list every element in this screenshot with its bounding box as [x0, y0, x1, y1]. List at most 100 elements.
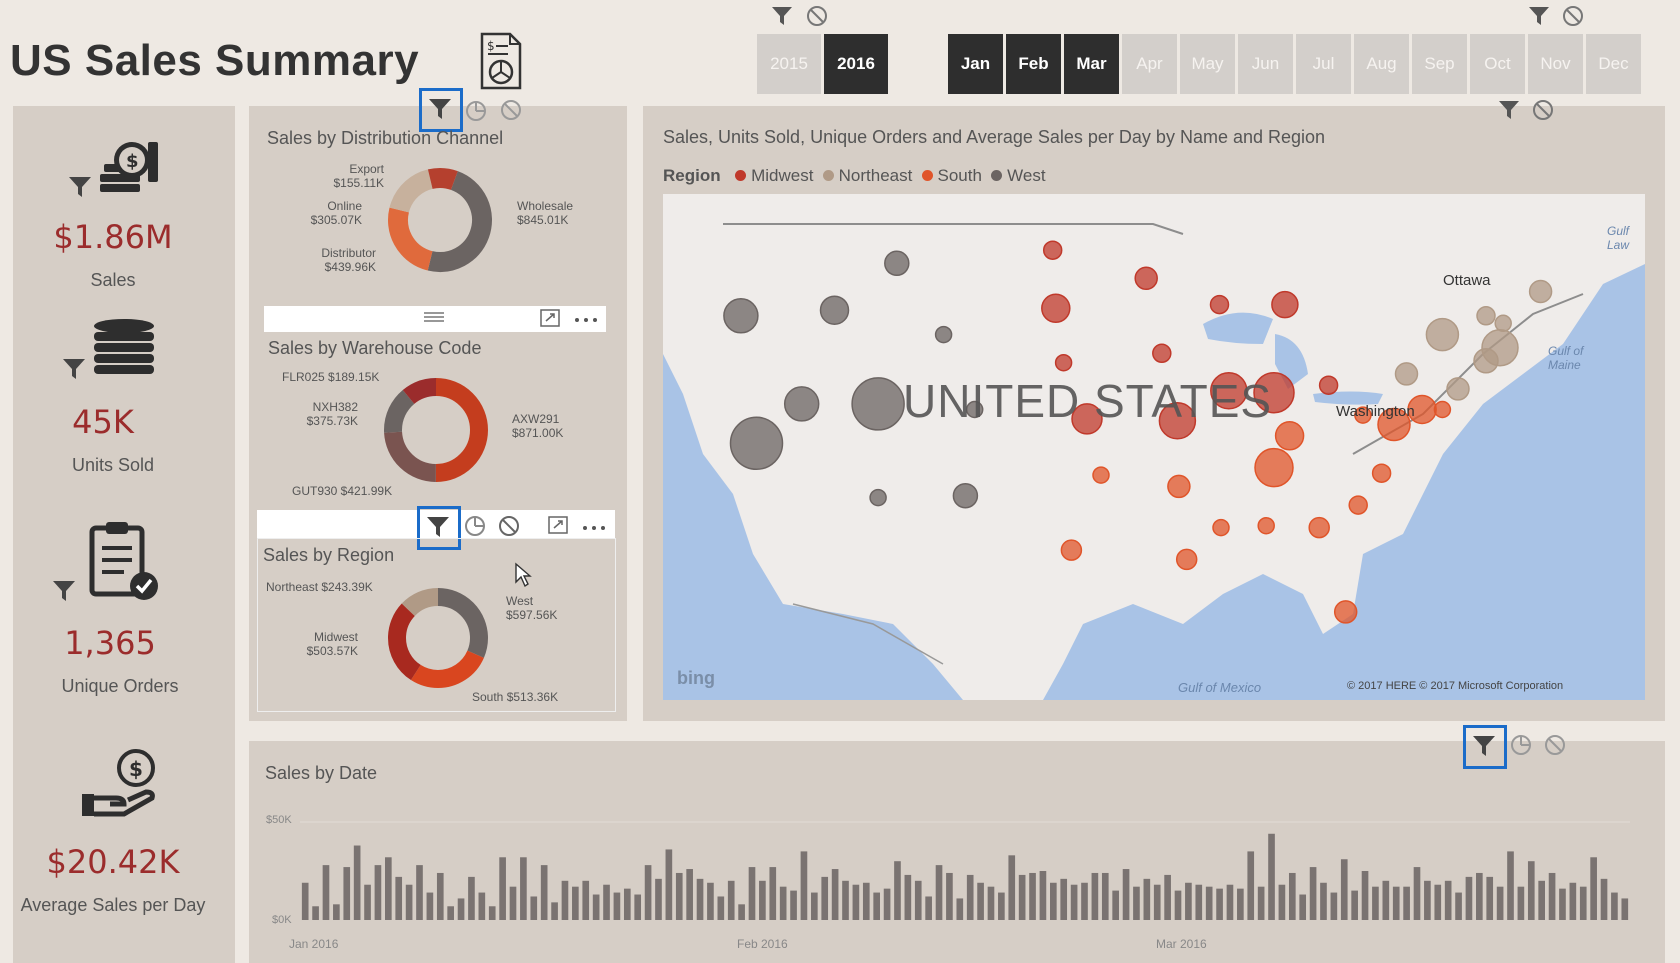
sales-bar[interactable] — [1507, 851, 1514, 920]
sales-bar[interactable] — [675, 872, 683, 920]
filter-icon[interactable] — [1498, 100, 1520, 125]
sales-bar[interactable] — [1112, 890, 1119, 920]
sales-bar[interactable] — [499, 857, 506, 920]
sales-bar[interactable] — [447, 906, 454, 920]
sales-bar[interactable] — [1070, 884, 1078, 920]
map-bubble-ohio[interactable] — [1318, 375, 1339, 395]
sales-bar[interactable] — [1413, 867, 1421, 920]
month-feb-button[interactable]: Feb — [1006, 34, 1061, 94]
sales-bar[interactable] — [1309, 867, 1317, 920]
sales-bar[interactable] — [343, 867, 351, 920]
sales-bar[interactable] — [385, 857, 392, 920]
sales-bar[interactable] — [416, 865, 423, 920]
map-bubble-mississippi[interactable] — [1212, 518, 1230, 537]
no-filter-icon[interactable] — [806, 5, 828, 32]
map-bubble-north-dakota[interactable] — [1042, 240, 1063, 260]
sales-bar[interactable] — [436, 872, 444, 920]
sales-bar[interactable] — [883, 888, 891, 920]
filter-icon[interactable] — [1528, 6, 1550, 31]
sales-bar[interactable] — [852, 884, 860, 920]
filter-icon[interactable] — [62, 358, 86, 385]
pie-chart-icon[interactable] — [1510, 734, 1532, 761]
sales-bar[interactable] — [1444, 880, 1452, 920]
sales-bar[interactable] — [717, 896, 725, 920]
sales-bar[interactable] — [987, 886, 995, 920]
map-bubble-oregon[interactable] — [723, 298, 759, 334]
sales-bar[interactable] — [1081, 882, 1088, 920]
sales-bar[interactable] — [1600, 878, 1608, 920]
map-bubble-arkansas[interactable] — [1167, 474, 1191, 499]
sales-bar[interactable] — [468, 876, 475, 920]
sales-bar[interactable] — [935, 865, 943, 920]
sales-bar[interactable] — [1278, 884, 1286, 920]
sales-bar[interactable] — [1237, 888, 1244, 920]
sales-bar[interactable] — [738, 904, 745, 920]
sales-bar[interactable] — [623, 888, 631, 920]
sales-bar[interactable] — [1247, 851, 1255, 920]
map-bubble-tennessee[interactable] — [1254, 447, 1294, 488]
sales-bar[interactable] — [1434, 884, 1442, 920]
sales-bar[interactable] — [1476, 872, 1483, 920]
month-oct-button[interactable]: Oct — [1470, 34, 1525, 94]
map-bubble-iowa[interactable] — [1152, 343, 1172, 364]
sales-bar[interactable] — [488, 906, 496, 920]
sales-bar[interactable] — [634, 894, 642, 920]
month-apr-button[interactable]: Apr — [1122, 34, 1177, 94]
sales-bar[interactable] — [530, 896, 538, 920]
sales-bar[interactable] — [1164, 874, 1171, 920]
month-nov-button[interactable]: Nov — [1528, 34, 1583, 94]
sales-bar[interactable] — [894, 861, 901, 920]
sales-bar[interactable] — [457, 898, 465, 920]
sales-bar[interactable] — [1288, 872, 1296, 920]
sales-bar[interactable] — [364, 884, 371, 920]
sales-bar[interactable] — [811, 892, 818, 920]
sales-bar[interactable] — [904, 874, 912, 920]
sales-bar[interactable] — [1455, 892, 1462, 920]
more-options-icon[interactable] — [574, 312, 598, 330]
sales-bar[interactable] — [1548, 872, 1556, 920]
sales-bar[interactable] — [1060, 878, 1068, 920]
warehouse-donut-chart[interactable] — [378, 372, 494, 493]
legend-northeast[interactable]: Northeast — [822, 166, 912, 185]
sales-bar[interactable] — [1465, 876, 1473, 920]
sales-bar[interactable] — [1621, 898, 1629, 920]
sales-bar[interactable] — [686, 869, 693, 920]
sales-bar[interactable] — [592, 894, 600, 920]
filter-icon[interactable] — [68, 176, 92, 203]
sales-bar[interactable] — [1039, 871, 1047, 920]
year-2015-button[interactable]: 2015 — [757, 34, 821, 94]
region-donut-chart[interactable] — [380, 580, 496, 701]
legend-south[interactable]: South — [921, 166, 982, 185]
sales-bar[interactable] — [873, 892, 880, 920]
focus-mode-icon[interactable] — [540, 309, 560, 332]
month-sep-button[interactable]: Sep — [1412, 34, 1467, 94]
sales-bar[interactable] — [790, 890, 797, 920]
focus-mode-icon[interactable] — [548, 516, 568, 539]
sales-bar[interactable] — [603, 884, 610, 920]
map-bubble-georgia[interactable] — [1308, 516, 1330, 539]
map-bubble-nebraska[interactable] — [1054, 353, 1073, 372]
sales-bar[interactable] — [1205, 886, 1213, 920]
sales-by-date-chart[interactable] — [300, 816, 1630, 926]
sales-bar[interactable] — [1527, 861, 1535, 920]
map-bubble-kentucky[interactable] — [1274, 421, 1305, 451]
sales-bar[interactable] — [520, 857, 527, 920]
sales-bar[interactable] — [1361, 871, 1369, 920]
sales-bar[interactable] — [1382, 880, 1390, 920]
month-may-button[interactable]: May — [1180, 34, 1235, 94]
map-canvas[interactable]: UNITED STATES Ottawa Washington Gulf of … — [663, 194, 1645, 700]
sales-bar[interactable] — [374, 865, 382, 920]
map-bubble-minnesota[interactable] — [1134, 266, 1158, 291]
sales-bar[interactable] — [1133, 886, 1140, 920]
sales-bar[interactable] — [540, 865, 548, 920]
sales-bar[interactable] — [1486, 876, 1494, 920]
sales-bar[interactable] — [353, 845, 361, 920]
map-bubble-delaware[interactable] — [1433, 400, 1452, 419]
filter-icon[interactable] — [1472, 735, 1496, 762]
sales-bar[interactable] — [1216, 888, 1223, 920]
month-jul-button[interactable]: Jul — [1296, 34, 1351, 94]
sales-bar[interactable] — [1340, 859, 1348, 920]
sales-bar[interactable] — [1330, 892, 1338, 920]
legend-west[interactable]: West — [991, 166, 1046, 185]
sales-bar[interactable] — [707, 882, 714, 920]
